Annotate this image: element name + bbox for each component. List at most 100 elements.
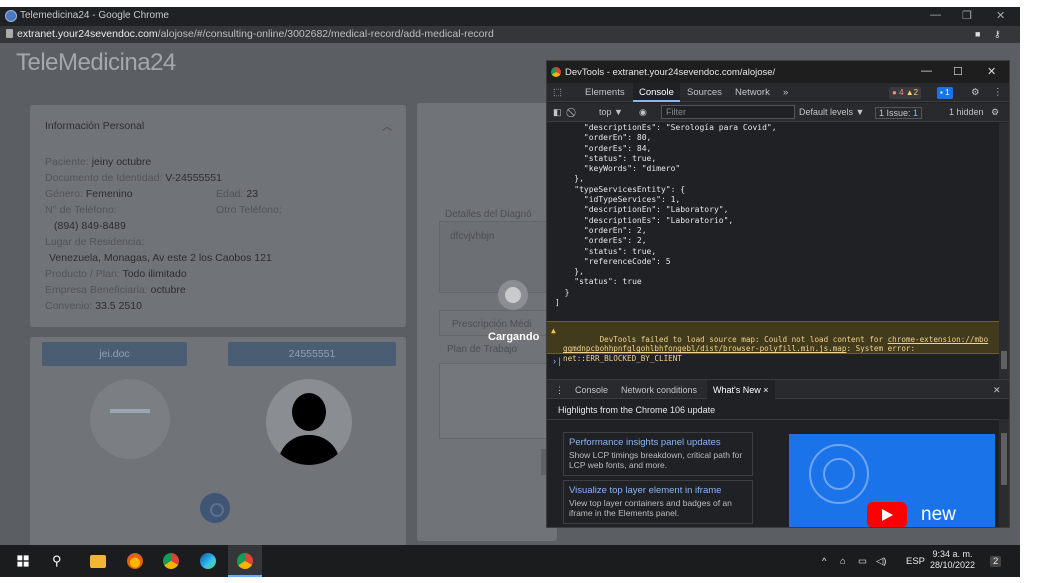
tab-elements[interactable]: Elements	[585, 87, 625, 98]
console-line: "status": true	[555, 277, 642, 287]
console-output[interactable]: "descriptionEs": "Serología para Covid",…	[547, 123, 999, 366]
age-label: Edad:	[216, 188, 244, 200]
patient-value: jeiny octubre	[91, 156, 152, 168]
video-label: new	[921, 504, 956, 525]
doc-pill[interactable]: jei.doc	[42, 342, 187, 366]
age-value: 23	[246, 188, 259, 200]
devtools-maximize-button[interactable]: ☐	[953, 65, 963, 78]
video-ring-2	[823, 458, 855, 490]
diagnosis-text: dfcvjvhbjn	[450, 231, 495, 242]
tab-console[interactable]: Console	[633, 83, 680, 102]
levels-dropdown[interactable]: Default levels ▼	[799, 107, 864, 117]
messages-badge[interactable]: ▪ 1	[937, 87, 953, 99]
firefox-icon[interactable]	[127, 553, 143, 569]
more-tabs-button[interactable]: »	[783, 87, 788, 98]
company-value: octubre	[150, 284, 186, 296]
devtools-close-button[interactable]: ✕	[987, 65, 996, 78]
notification-center-icon[interactable]: 2	[990, 556, 1002, 567]
loading-spinner	[498, 280, 528, 310]
console-prompt[interactable]: › |	[553, 356, 561, 366]
console-scroll-thumb[interactable]	[1001, 351, 1007, 369]
console-scrollbar[interactable]	[999, 123, 1009, 379]
drawer-tab-network-conditions[interactable]: Network conditions	[621, 385, 697, 395]
close-button[interactable]: ✕	[996, 9, 1005, 22]
lock-icon	[6, 29, 13, 38]
chevron-up-icon[interactable]: ︿	[382, 118, 392, 133]
company-label: Empresa Beneficiaria:	[45, 284, 148, 296]
patient-label: Paciente:	[45, 156, 89, 168]
console-line: "typeServicesEntity": {	[555, 184, 686, 194]
devtools-minimize-button[interactable]: —	[921, 65, 932, 77]
issues-button[interactable]: 1 Issue: 1	[875, 107, 923, 119]
feature-card-2[interactable]: Visualize top layer element in iframe Vi…	[563, 480, 753, 524]
plan-textarea[interactable]	[439, 363, 557, 439]
drawer-close-icon[interactable]: ✕	[993, 385, 1001, 396]
url-text[interactable]: extranet.your24sevendoc.com/alojose/#/co…	[17, 28, 494, 40]
agreement-value: 33.5 2510	[95, 300, 142, 312]
drawer-scrollbar[interactable]	[999, 419, 1009, 527]
drawer-scroll-thumb[interactable]	[1001, 433, 1007, 485]
console-line: "orderEn": 80,	[555, 133, 652, 143]
console-line: "descriptionEn": "Laboratory",	[555, 205, 729, 215]
address-bar[interactable]: extranet.your24sevendoc.com/alojose/#/co…	[0, 26, 1020, 43]
tab-network[interactable]: Network	[735, 87, 770, 98]
clock[interactable]: 9:34 a. m. 28/10/2022	[930, 549, 975, 571]
issues-count: 1	[913, 108, 919, 118]
battery-icon[interactable]: ▭	[858, 556, 867, 567]
id-pill[interactable]: 24555551	[228, 342, 396, 366]
other-phone-label: Otro Teléfono:	[216, 204, 282, 216]
console-line: "orderEs": 84,	[555, 143, 652, 153]
company-row: Empresa Beneficiaria: octubre	[45, 284, 186, 296]
residence-value-row: Venezuela, Monagas, Av este 2 los Caobos…	[49, 252, 272, 264]
maximize-button[interactable]: ❐	[962, 9, 972, 22]
personal-info-header[interactable]: Información Personal ︿	[30, 105, 406, 145]
language-indicator[interactable]: ESP	[906, 556, 925, 567]
edge-icon[interactable]	[200, 553, 216, 569]
search-icon[interactable]: ⚲	[52, 553, 68, 569]
inspect-element-icon[interactable]: ⬚	[553, 87, 562, 98]
eye-icon[interactable]: ◉	[639, 107, 647, 118]
console-line: "idTypeServices": 1,	[555, 195, 681, 205]
chrome-active-task[interactable]	[228, 545, 262, 577]
console-line: },	[555, 174, 584, 184]
network-icon[interactable]: ⌂	[840, 556, 846, 567]
chrome-taskbar-icon[interactable]	[163, 553, 179, 569]
errors-badge[interactable]: ● 4 ▲2	[889, 87, 922, 99]
patient-row: Paciente: jeiny octubre	[45, 156, 151, 168]
sidebar-toggle-icon[interactable]: ◧	[553, 107, 562, 118]
warning-triangle-icon: ▲	[551, 326, 556, 335]
console-line: "descriptionEs": "Laboratorio",	[555, 215, 734, 225]
settings-gear-icon[interactable]: ⚙	[971, 87, 980, 98]
volume-icon[interactable]: ◁)	[876, 556, 886, 567]
diagnosis-textarea[interactable]: dfcvjvhbjn	[439, 221, 557, 293]
console-settings-icon[interactable]: ⚙	[991, 107, 999, 118]
camera-icon[interactable]: ■	[975, 29, 980, 39]
windows-start-icon[interactable]	[17, 555, 29, 567]
prescription-placeholder: Prescripción Médi	[452, 319, 532, 330]
gender-value: Femenino	[85, 188, 133, 200]
feature-2-title[interactable]: Visualize top layer element in iframe	[569, 485, 747, 496]
feature-card-1[interactable]: Performance insights panel updates Show …	[563, 432, 753, 476]
drawer-menu-icon[interactable]: ⋮	[555, 385, 564, 396]
video-call-button[interactable]	[200, 493, 230, 523]
chrome-active-icon	[237, 553, 253, 569]
console-toolbar: ◧ ⃠ top ▼ ◉ Filter Default levels ▼ 1 Is…	[547, 103, 1009, 122]
key-icon[interactable]: ⚷	[994, 29, 1001, 40]
tray-chevron-up-icon[interactable]: ^	[822, 556, 826, 567]
file-explorer-icon[interactable]	[90, 555, 106, 568]
kebab-menu-icon[interactable]: ⋮	[993, 87, 1003, 98]
context-selector[interactable]: top ▼	[599, 107, 623, 117]
drawer-tab-whats-new[interactable]: What's New ×	[707, 380, 775, 400]
tab-sources[interactable]: Sources	[687, 87, 722, 98]
filter-input[interactable]: Filter	[661, 105, 795, 119]
drawer-tab-console[interactable]: Console	[575, 385, 608, 395]
feature-1-title[interactable]: Performance insights panel updates	[569, 437, 747, 448]
chrome-title-bar: Telemedicina24 - Google Chrome — ❐ ✕	[0, 7, 1020, 26]
youtube-play-icon[interactable]	[867, 502, 907, 527]
phone-value: (894) 849-8489	[54, 220, 126, 232]
plan-label: Plan de Trabajo	[447, 344, 518, 355]
devtools-title: DevTools - extranet.your24sevendoc.com/a…	[565, 67, 776, 78]
minimize-button[interactable]: —	[930, 9, 941, 21]
hidden-count: 1 hidden	[949, 107, 984, 117]
whats-new-video-thumbnail[interactable]: new	[789, 434, 995, 527]
